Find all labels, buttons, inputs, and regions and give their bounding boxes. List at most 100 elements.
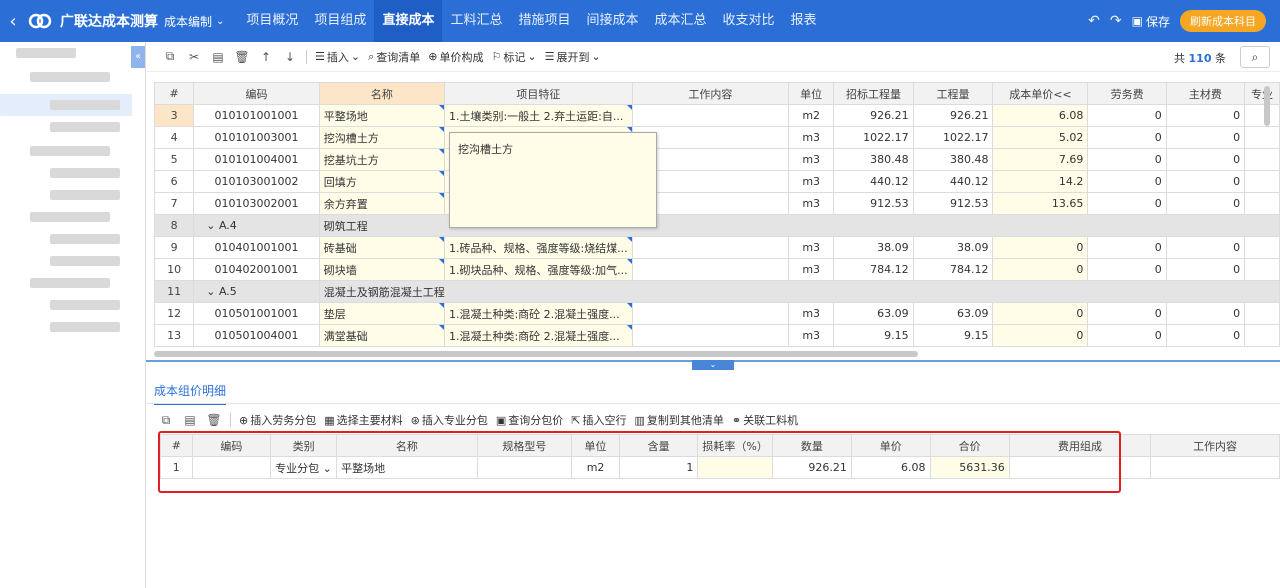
specialty-cell[interactable] xyxy=(1244,148,1280,171)
col-header[interactable]: 单位 xyxy=(787,82,835,105)
labor-cell[interactable]: 0 xyxy=(1087,302,1167,325)
name-cell[interactable]: 余方弃置 xyxy=(318,192,445,215)
name-cell[interactable]: 挖沟槽土方 xyxy=(318,126,445,149)
insert-blank-row-button[interactable]: ⇱ 插入空行 xyxy=(571,412,626,428)
material-cell[interactable]: 0 xyxy=(1165,258,1246,281)
unit-cell[interactable]: m3 xyxy=(787,170,835,193)
tab-overview[interactable]: 项目概况 xyxy=(238,0,306,42)
qty-cell[interactable]: 9.15 xyxy=(912,324,994,347)
group-row[interactable]: 8 ⌄ A.4 砌筑工程 xyxy=(153,214,1280,237)
qty-cell[interactable]: 380.48 xyxy=(912,148,994,171)
insert-subcontract-button[interactable]: ⊛ 插入专业分包 xyxy=(411,412,488,428)
bid-qty-cell[interactable]: 9.15 xyxy=(833,324,914,347)
specialty-cell[interactable] xyxy=(1244,324,1280,347)
qty-cell[interactable]: 1022.17 xyxy=(912,126,994,149)
cost-price-cell[interactable]: 0 xyxy=(992,258,1089,281)
unit-price-button[interactable]: ⊕ 单价构成 xyxy=(428,49,483,65)
bid-qty-cell[interactable]: 784.12 xyxy=(833,258,914,281)
feature-cell[interactable]: 1.混凝土种类:商砼 2.混凝土强度... xyxy=(443,302,633,325)
cost-price-cell[interactable]: 7.69 xyxy=(992,148,1089,171)
feature-cell[interactable]: 1.砖品种、规格、强度等级:烧结煤... xyxy=(443,236,633,259)
link-material-button[interactable]: ⚭ 关联工料机 xyxy=(732,412,798,428)
col-header[interactable]: 名称 xyxy=(318,82,445,105)
save-button[interactable]: ▣ 保存 xyxy=(1132,13,1170,30)
cell-tooltip[interactable]: 挖沟槽土方 xyxy=(449,132,657,228)
work-content-cell[interactable] xyxy=(631,258,790,281)
feature-cell[interactable]: 1.土壤类别:一般土 2.弃土运距:自... xyxy=(443,104,633,127)
tab-direct-cost[interactable]: 直接成本 xyxy=(374,0,443,42)
material-cell[interactable]: 0 xyxy=(1165,324,1246,347)
work-content-cell[interactable] xyxy=(631,236,790,259)
table-row[interactable]: 3 010101001001 平整场地 1.土壤类别:一般土 2.弃土运距:自... m… xyxy=(153,104,1280,127)
qty-cell[interactable]: 38.09 xyxy=(912,236,994,259)
project-selector[interactable]: 成本编制 xyxy=(164,13,212,30)
labor-cell[interactable]: 0 xyxy=(1087,148,1167,171)
expand-to-button[interactable]: ☰ 展开到 ⌄ xyxy=(545,49,601,65)
bid-qty-cell[interactable]: 926.21 xyxy=(833,104,914,127)
specialty-cell[interactable] xyxy=(1244,258,1280,281)
chevron-down-icon[interactable]: ⌄ xyxy=(692,360,734,370)
refresh-cost-subject-button[interactable]: 刷新成本科目 xyxy=(1180,10,1266,32)
bid-qty-cell[interactable]: 63.09 xyxy=(833,302,914,325)
unit-cell[interactable]: m3 xyxy=(787,258,835,281)
qty-cell[interactable]: 63.09 xyxy=(912,302,994,325)
unit-cell[interactable]: m3 xyxy=(787,302,835,325)
redo-icon[interactable]: ↷ xyxy=(1110,13,1122,29)
table-row[interactable]: 6 010103001002 回填方 m3 440.12 440.12 14.2 0 0 xyxy=(153,170,1280,193)
collapse-sidebar-icon[interactable]: « xyxy=(131,46,145,68)
specialty-cell[interactable] xyxy=(1244,302,1280,325)
move-down-icon[interactable]: ↓ xyxy=(282,50,298,64)
col-header[interactable]: 工作内容 xyxy=(631,82,790,105)
group-code-cell[interactable]: ⌄ A.5 xyxy=(193,280,320,303)
tab-income-compare[interactable]: 收支对比 xyxy=(715,0,783,42)
qty-cell[interactable]: 912.53 xyxy=(912,192,994,215)
labor-cell[interactable]: 0 xyxy=(1087,126,1167,149)
chevron-down-icon[interactable]: ⌄ xyxy=(206,285,219,298)
unit-cell[interactable]: m3 xyxy=(787,126,835,149)
table-row[interactable]: 4 010101003001 挖沟槽土方 m3 1022.17 1022.17 5.02 0 0 xyxy=(153,126,1280,149)
tree-item[interactable] xyxy=(50,300,120,310)
paste-icon[interactable]: ▤ xyxy=(182,413,198,427)
tree-item[interactable] xyxy=(50,256,120,266)
labor-cell[interactable]: 0 xyxy=(1087,258,1167,281)
col-header[interactable]: 专业 xyxy=(1244,82,1280,105)
specialty-cell[interactable] xyxy=(1244,126,1280,149)
tab-reports[interactable]: 报表 xyxy=(783,0,825,42)
name-cell[interactable]: 垫层 xyxy=(318,302,445,325)
name-cell[interactable]: 满堂基础 xyxy=(318,324,445,347)
material-cell[interactable]: 0 xyxy=(1165,192,1246,215)
name-cell[interactable]: 回填方 xyxy=(318,170,445,193)
tree-item[interactable] xyxy=(50,168,120,178)
tab-indirect-cost[interactable]: 间接成本 xyxy=(578,0,646,42)
col-header[interactable]: 成本单价<< xyxy=(992,82,1089,105)
labor-cell[interactable]: 0 xyxy=(1087,192,1167,215)
copy-to-other-button[interactable]: ▥ 复制到其他清单 xyxy=(634,412,723,428)
code-cell[interactable]: 010401001001 xyxy=(193,236,320,259)
work-content-cell[interactable] xyxy=(631,104,790,127)
tree-item[interactable] xyxy=(16,48,76,58)
cut-icon[interactable]: ✂ xyxy=(186,50,202,64)
name-cell[interactable]: 挖基坑土方 xyxy=(318,148,445,171)
code-cell[interactable]: 010103002001 xyxy=(193,192,320,215)
unit-cell[interactable]: m3 xyxy=(787,148,835,171)
material-cell[interactable]: 0 xyxy=(1165,170,1246,193)
chevron-down-icon[interactable]: ⌄ xyxy=(206,219,219,232)
insert-button[interactable]: ☰ 插入 ⌄ xyxy=(315,49,360,65)
vertical-scrollbar[interactable] xyxy=(1264,86,1270,126)
code-cell[interactable]: 010103001002 xyxy=(193,170,320,193)
unit-cell[interactable]: m3 xyxy=(787,236,835,259)
specialty-cell[interactable] xyxy=(1244,192,1280,215)
paste-icon[interactable]: ▤ xyxy=(210,50,226,64)
cost-price-cell[interactable]: 6.08 xyxy=(992,104,1089,127)
col-header[interactable]: 招标工程量 xyxy=(833,82,914,105)
undo-icon[interactable]: ↶ xyxy=(1088,13,1100,29)
col-header[interactable]: 工作内容 xyxy=(1150,434,1280,457)
grid-search-button[interactable]: ⌕ xyxy=(1240,46,1270,68)
col-header[interactable]: 工程量 xyxy=(912,82,994,105)
group-row[interactable]: 11 ⌄ A.5 混凝土及钢筋混凝土工程 xyxy=(153,280,1280,303)
tree-item[interactable] xyxy=(50,234,120,244)
cost-price-cell[interactable]: 0 xyxy=(992,302,1089,325)
table-row[interactable]: 5 010101004001 挖基坑土方 m3 380.48 380.48 7.69 0 0 xyxy=(153,148,1280,171)
back-icon[interactable]: ‹ xyxy=(2,11,24,32)
labor-cell[interactable]: 0 xyxy=(1087,104,1167,127)
